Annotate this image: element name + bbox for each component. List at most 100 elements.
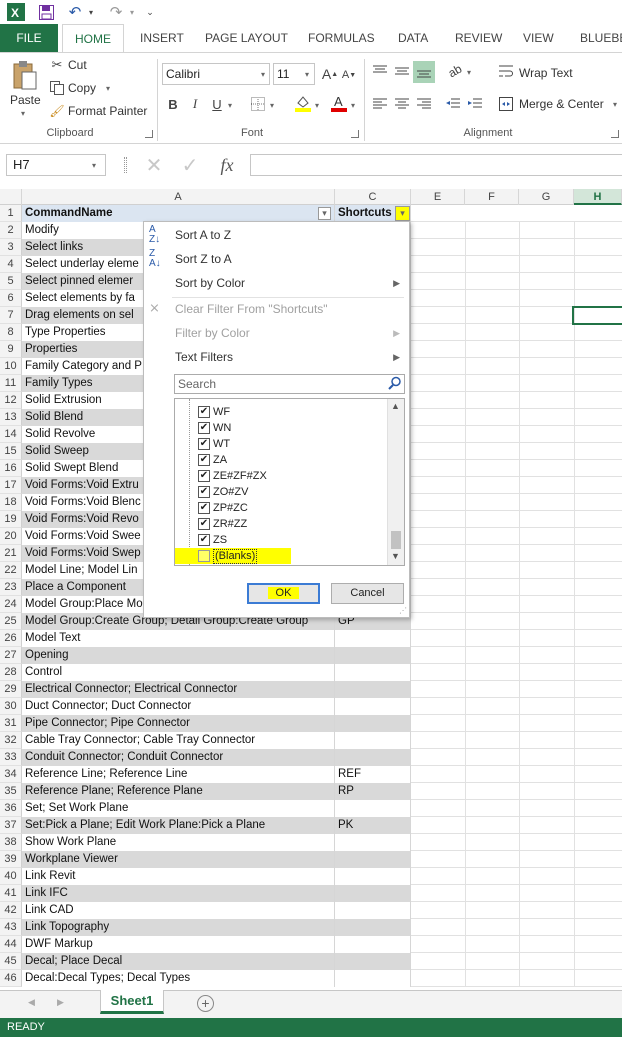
cell-commandname[interactable]: Link CAD	[22, 902, 335, 919]
empty-cells[interactable]	[411, 800, 622, 817]
empty-cells[interactable]	[411, 970, 622, 987]
empty-cells[interactable]	[411, 443, 622, 460]
column-header-a[interactable]: A	[22, 189, 335, 205]
checkbox-checked-icon[interactable]: ✔	[198, 502, 210, 514]
formula-bar-grip[interactable]	[124, 157, 127, 173]
row-number[interactable]: 40	[0, 868, 22, 885]
italic-icon[interactable]: I	[187, 95, 203, 113]
empty-cells[interactable]	[411, 698, 622, 715]
row-number[interactable]: 23	[0, 579, 22, 596]
save-icon[interactable]	[36, 3, 56, 21]
align-left-icon[interactable]	[372, 97, 388, 111]
empty-cells[interactable]	[411, 511, 622, 528]
row-number[interactable]: 45	[0, 953, 22, 970]
cell-commandname[interactable]: Opening	[22, 647, 335, 664]
cell-commandname[interactable]: Set:Pick a Plane; Edit Work Plane:Pick a…	[22, 817, 335, 834]
formula-input[interactable]	[250, 154, 622, 176]
empty-cells[interactable]	[411, 596, 622, 613]
orientation-dropdown-icon[interactable]: ▾	[467, 68, 471, 77]
cell-shortcuts[interactable]	[335, 936, 411, 953]
increase-font-icon[interactable]: A ▲	[322, 65, 338, 83]
cell-shortcuts[interactable]	[335, 851, 411, 868]
cell-shortcuts[interactable]	[335, 868, 411, 885]
row-number[interactable]: 30	[0, 698, 22, 715]
cell-shortcuts[interactable]: REF	[335, 766, 411, 783]
tab-bluebeam[interactable]: BLUEBEA	[580, 24, 622, 52]
row-number[interactable]: 44	[0, 936, 22, 953]
increase-indent-icon[interactable]	[467, 97, 483, 111]
empty-cells[interactable]	[411, 868, 622, 885]
empty-cells[interactable]	[411, 239, 622, 256]
empty-cells[interactable]	[411, 732, 622, 749]
row-number[interactable]: 4	[0, 256, 22, 273]
row-number[interactable]: 17	[0, 477, 22, 494]
cell-commandname[interactable]: Show Work Plane	[22, 834, 335, 851]
cell-commandname[interactable]: Electrical Connector; Electrical Connect…	[22, 681, 335, 698]
row-number[interactable]: 8	[0, 324, 22, 341]
row-number[interactable]: 27	[0, 647, 22, 664]
cell-shortcuts[interactable]	[335, 919, 411, 936]
filter-list-item[interactable]: (Blanks)	[175, 548, 291, 564]
cell-shortcuts[interactable]	[335, 698, 411, 715]
cell-commandname[interactable]: Cable Tray Connector; Cable Tray Connect…	[22, 732, 335, 749]
checkbox-checked-icon[interactable]: ✔	[198, 470, 210, 482]
column-header-e[interactable]: E	[411, 189, 465, 205]
tab-review[interactable]: REVIEW	[455, 24, 502, 52]
copy-icon[interactable]	[49, 80, 65, 96]
empty-cells[interactable]	[411, 851, 622, 868]
empty-cells[interactable]	[411, 647, 622, 664]
empty-cells[interactable]	[411, 562, 622, 579]
filter-by-color-item[interactable]: Filter by Color ▶	[144, 321, 409, 345]
scroll-up-icon[interactable]: ▲	[391, 401, 400, 411]
cell-commandname[interactable]: Pipe Connector; Pipe Connector	[22, 715, 335, 732]
filter-list-item[interactable]: ✔ ZE#ZF#ZX	[175, 468, 387, 484]
scroll-down-icon[interactable]: ▼	[391, 551, 400, 561]
filter-list-item[interactable]: ✔ WT	[175, 436, 387, 452]
row-number[interactable]: 13	[0, 409, 22, 426]
fill-color-icon[interactable]	[294, 93, 312, 113]
row-number[interactable]: 12	[0, 392, 22, 409]
cell-commandname[interactable]: Control	[22, 664, 335, 681]
row-number[interactable]: 11	[0, 375, 22, 392]
checkbox-checked-icon[interactable]: ✔	[198, 454, 210, 466]
cell-shortcuts[interactable]	[335, 732, 411, 749]
empty-cells[interactable]	[411, 579, 622, 596]
merge-center-icon[interactable]	[498, 96, 514, 112]
cell-shortcuts[interactable]: PK	[335, 817, 411, 834]
font-size-dropdown-icon[interactable]: ▾	[305, 70, 309, 79]
empty-cells[interactable]	[411, 460, 622, 477]
insert-function-icon[interactable]: fx	[214, 154, 240, 176]
row-number[interactable]: 29	[0, 681, 22, 698]
cut-icon[interactable]: ✂	[49, 57, 65, 73]
name-box-dropdown-icon[interactable]: ▾	[92, 161, 96, 170]
cell-shortcuts[interactable]	[335, 834, 411, 851]
tab-view[interactable]: VIEW	[523, 24, 554, 52]
name-box[interactable]: H7	[6, 154, 106, 176]
empty-cells[interactable]	[411, 613, 622, 630]
empty-cells[interactable]	[411, 715, 622, 732]
cell-shortcuts[interactable]	[335, 681, 411, 698]
column-header-c[interactable]: C	[335, 189, 411, 205]
redo-dropdown-icon[interactable]: ▾	[127, 3, 137, 21]
paste-icon[interactable]	[10, 59, 38, 91]
cell-commandname[interactable]: Duct Connector; Duct Connector	[22, 698, 335, 715]
empty-cells[interactable]	[411, 358, 622, 375]
empty-cells[interactable]	[411, 630, 622, 647]
column-header-h[interactable]: H	[574, 189, 622, 205]
tab-data[interactable]: DATA	[398, 24, 428, 52]
filter-list-item[interactable]: ✔ ZP#ZC	[175, 500, 387, 516]
cancel-entry-icon[interactable]: ✕	[144, 155, 164, 177]
cell-commandname[interactable]: Conduit Connector; Conduit Connector	[22, 749, 335, 766]
alignment-launcher-icon[interactable]	[611, 130, 619, 138]
checkbox-checked-icon[interactable]: ✔	[198, 406, 210, 418]
cell-shortcuts[interactable]: RP	[335, 783, 411, 800]
sort-z-to-a-item[interactable]: Z A↓ Sort Z to A	[144, 247, 409, 271]
filter-list-item[interactable]: ✔ ZS	[175, 532, 387, 548]
row-number[interactable]: 39	[0, 851, 22, 868]
cell-shortcuts[interactable]	[335, 664, 411, 681]
row-number[interactable]: 1	[0, 205, 22, 222]
row-number[interactable]: 6	[0, 290, 22, 307]
cell-commandname[interactable]: DWF Markup	[22, 936, 335, 953]
empty-cells[interactable]	[411, 953, 622, 970]
cell-commandname[interactable]: Decal; Place Decal	[22, 953, 335, 970]
